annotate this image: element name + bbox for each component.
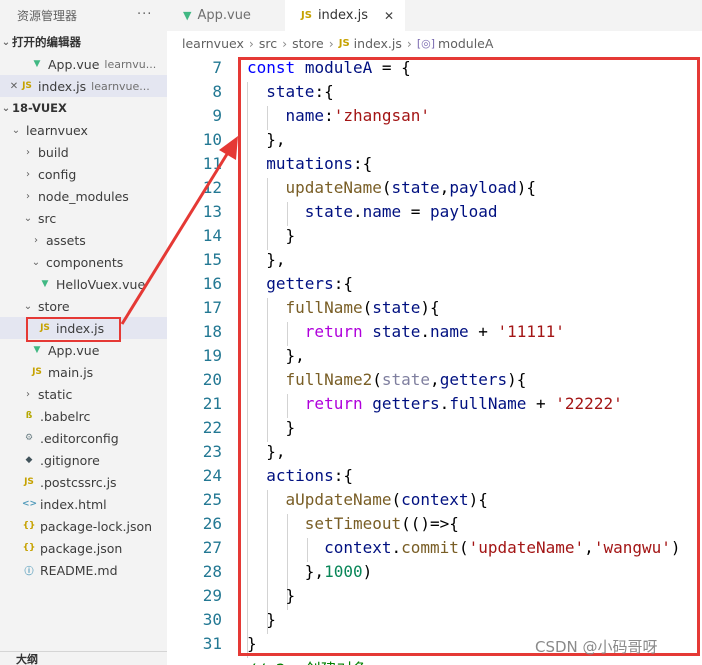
open-editor-index-js[interactable]: ✕ JS index.js learnvue... [0, 75, 167, 97]
tree-file-index-html[interactable]: <> index.html [0, 493, 167, 515]
json-icon: {} [22, 521, 36, 531]
breadcrumb-item[interactable]: index.js [354, 36, 402, 51]
close-tab-icon[interactable]: ✕ [384, 9, 394, 23]
line-number: 29 [202, 586, 222, 605]
vue-icon: ▼ [183, 9, 192, 22]
tree-folder-store[interactable]: ⌄ store [0, 295, 167, 317]
chevron-right-icon: › [26, 168, 30, 180]
breadcrumb-item[interactable]: moduleA [438, 36, 493, 51]
babel-icon: ß [25, 411, 33, 421]
tree-file-package-json[interactable]: {} package.json [0, 537, 167, 559]
highlight-box-file [26, 317, 121, 342]
line-number: 30 [202, 610, 222, 629]
editor-tab-bar: ▼ App.vue JS index.js ✕ [167, 0, 702, 31]
outline-section[interactable]: 大纲 [0, 651, 167, 665]
vue-icon: ▼ [33, 345, 41, 355]
chevron-down-icon: ⌄ [11, 124, 21, 136]
breadcrumb: learnvuex › src › store › JS index.js › [◎] mo… [182, 35, 494, 51]
js-icon: JS [301, 10, 312, 21]
tree-file-hellovuex[interactable]: ▼ HelloVuex.vue [0, 273, 167, 295]
project-section[interactable]: ⌄ 18-VUEX [0, 97, 167, 119]
highlight-box [238, 57, 700, 656]
close-icon[interactable]: ✕ [8, 81, 20, 92]
line-number: 27 [202, 538, 222, 557]
breadcrumb-item[interactable]: store [292, 36, 324, 51]
line-number: 25 [202, 490, 222, 509]
gear-icon: ⚙ [24, 433, 34, 443]
line-number: 11 [202, 154, 222, 173]
tab-index-js[interactable]: JS index.js ✕ [285, 0, 405, 31]
tree-folder-static[interactable]: › static [0, 383, 167, 405]
line-number: 16 [202, 274, 222, 293]
git-icon: ◆ [25, 455, 33, 465]
line-number: 15 [202, 250, 222, 269]
line-number: 8 [212, 82, 222, 101]
more-actions-icon[interactable]: ··· [137, 7, 152, 22]
line-number: 26 [202, 514, 222, 533]
tree-file-babelrc[interactable]: ß .babelrc [0, 405, 167, 427]
tree-folder-assets[interactable]: › assets [0, 229, 167, 251]
breadcrumb-item[interactable]: src [259, 36, 277, 51]
tree-file-package-lock[interactable]: {} package-lock.json [0, 515, 167, 537]
vue-icon: ▼ [41, 279, 49, 289]
tree-folder-src[interactable]: ⌄ src [0, 207, 167, 229]
line-number: 17 [202, 298, 222, 317]
tree-folder-config[interactable]: › config [0, 163, 167, 185]
line-number: 9 [212, 106, 222, 125]
line-number: 20 [202, 370, 222, 389]
chevron-right-icon: › [34, 234, 38, 246]
js-icon: JS [24, 477, 34, 487]
js-icon: JS [32, 367, 42, 377]
line-number: 7 [212, 58, 222, 77]
line-number: 13 [202, 202, 222, 221]
line-number: 18 [202, 322, 222, 341]
line-number: 19 [202, 346, 222, 365]
tree-file-app-vue[interactable]: ▼ App.vue [0, 339, 167, 361]
tree-folder-node-modules[interactable]: › node_modules [0, 185, 167, 207]
info-icon: ⓘ [24, 566, 34, 577]
tree-folder-components[interactable]: ⌄ components [0, 251, 167, 273]
line-number: 31 [202, 634, 222, 653]
tab-app-vue[interactable]: ▼ App.vue [167, 0, 285, 31]
symbol-icon: [◎] [416, 36, 436, 50]
line-number: 22 [202, 418, 222, 437]
watermark: CSDN @小码哥呀 [535, 638, 658, 656]
chevron-right-icon: › [26, 146, 30, 158]
code-line-partial: // 2. 创建对象 [247, 656, 369, 665]
open-editor-app-vue[interactable]: ▼ App.vue learnvu... [0, 53, 167, 75]
chevron-down-icon: ⌄ [1, 102, 11, 114]
tree-file-editorconfig[interactable]: ⚙ .editorconfig [0, 427, 167, 449]
open-editors-section[interactable]: ⌄ 打开的编辑器 [0, 31, 167, 53]
js-icon: JS [338, 37, 350, 49]
line-number: 28 [202, 562, 222, 581]
js-icon: JS [22, 81, 32, 91]
chevron-down-icon: ⌄ [23, 212, 33, 224]
chevron-right-icon: › [26, 190, 30, 202]
line-number: 24 [202, 466, 222, 485]
chevron-right-icon: › [26, 388, 30, 400]
html-icon: <> [22, 499, 38, 509]
tree-file-main-js[interactable]: JS main.js [0, 361, 167, 383]
tree-file-readme[interactable]: ⓘ README.md [0, 559, 167, 581]
line-number: 14 [202, 226, 222, 245]
tree-folder-build[interactable]: › build [0, 141, 167, 163]
chevron-down-icon: ⌄ [23, 300, 33, 312]
tree-folder-learnvuex[interactable]: ⌄ learnvuex [0, 119, 167, 141]
chevron-down-icon: ⌄ [1, 36, 11, 48]
chevron-down-icon: ⌄ [31, 256, 41, 268]
vue-icon: ▼ [33, 59, 41, 69]
tree-file-postcssrc[interactable]: JS .postcssrc.js [0, 471, 167, 493]
json-icon: {} [22, 543, 36, 553]
breadcrumb-item[interactable]: learnvuex [182, 36, 244, 51]
line-number: 21 [202, 394, 222, 413]
line-number: 12 [202, 178, 222, 197]
line-number: 23 [202, 442, 222, 461]
line-number: 10 [202, 130, 222, 149]
tree-file-gitignore[interactable]: ◆ .gitignore [0, 449, 167, 471]
